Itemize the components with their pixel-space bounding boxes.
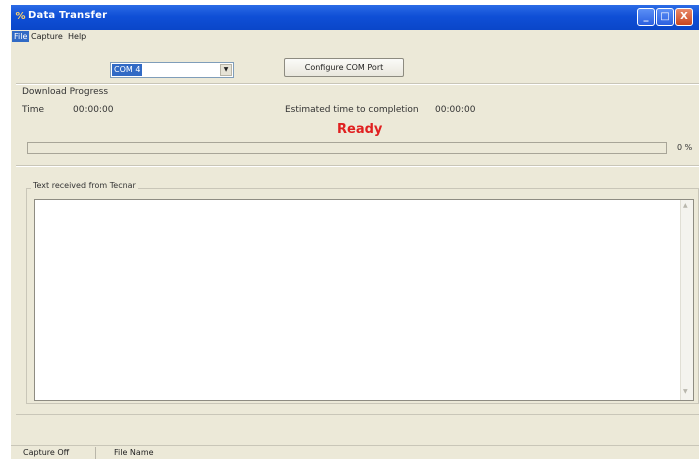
menu-file[interactable]: File: [12, 31, 30, 42]
status-ready-text: Ready: [337, 122, 383, 137]
title-bar[interactable]: % Data Transfer _ □ X: [11, 5, 699, 30]
separator-highlight: [16, 166, 699, 167]
status-separator: [95, 447, 96, 459]
download-progress-label: Download Progress: [22, 87, 109, 97]
separator-highlight: [16, 84, 699, 85]
received-text-label: Text received from Tecnar: [31, 181, 138, 190]
estimate-label: Estimated time to completion: [285, 105, 419, 115]
maximize-button[interactable]: □: [656, 8, 674, 26]
vertical-scrollbar[interactable]: ▲ ▼: [680, 200, 693, 400]
time-label: Time: [22, 105, 45, 115]
chevron-down-icon[interactable]: ▼: [220, 64, 232, 76]
estimate-value: 00:00:00: [435, 105, 476, 115]
file-name-status: File Name: [114, 448, 154, 457]
minimize-button[interactable]: _: [637, 8, 655, 26]
com-port-select[interactable]: COM 4 ▼: [110, 62, 234, 78]
progress-percent: 0 %: [677, 143, 693, 152]
window-title: Data Transfer: [28, 10, 108, 21]
capture-status: Capture Off: [23, 448, 70, 457]
status-bar: Capture Off File Name: [11, 445, 699, 459]
data-transfer-window: % Data Transfer _ □ X File Capture Help …: [11, 5, 699, 459]
menu-capture[interactable]: Capture: [29, 31, 65, 42]
com-port-value: COM 4: [112, 64, 143, 76]
scroll-up-icon[interactable]: ▲: [683, 202, 688, 209]
close-button[interactable]: X: [675, 8, 693, 26]
received-text-area[interactable]: ▲ ▼: [34, 199, 694, 401]
app-icon: %: [15, 11, 26, 22]
menu-help[interactable]: Help: [66, 31, 88, 42]
scroll-down-icon[interactable]: ▼: [683, 388, 688, 395]
menu-bar: File Capture Help: [11, 30, 699, 43]
time-value: 00:00:00: [73, 105, 114, 115]
download-progress-bar: [27, 142, 667, 154]
separator: [16, 414, 699, 415]
configure-com-port-button[interactable]: Configure COM Port: [284, 58, 404, 77]
